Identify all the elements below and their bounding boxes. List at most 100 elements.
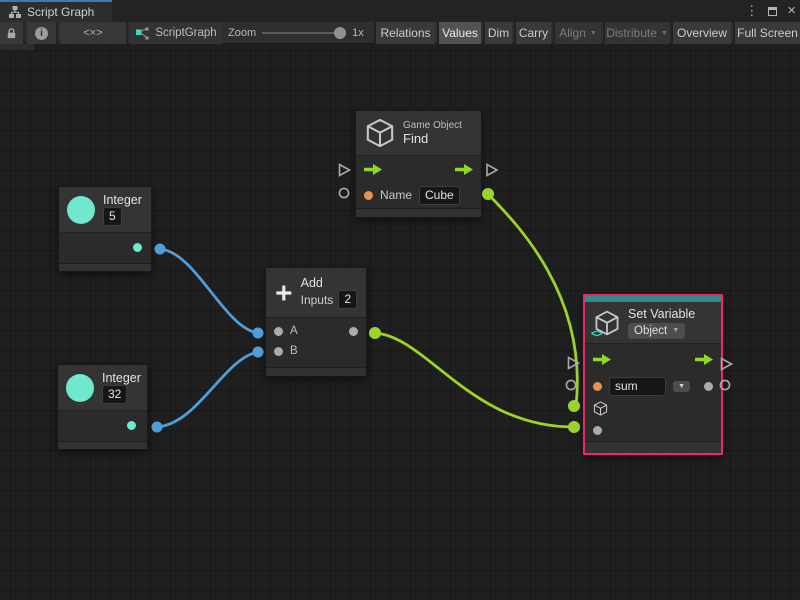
name-input-row: Name Cube: [356, 182, 481, 208]
variable-name-field[interactable]: sum: [609, 377, 666, 396]
wire-integer-b-to-add-b[interactable]: [157, 352, 258, 427]
flow-output-port[interactable]: [695, 354, 713, 365]
connection-point[interactable]: [253, 347, 264, 358]
sum-output-port[interactable]: [349, 327, 358, 336]
menu-icon[interactable]: ⋮: [745, 0, 758, 22]
variable-name-port[interactable]: [593, 382, 602, 391]
toolbar-button-distribute[interactable]: Distribute ▼: [603, 22, 669, 44]
node-footer: [58, 441, 147, 449]
connection-point[interactable]: [568, 400, 580, 412]
node-set-variable[interactable]: <> Set Variable Object ▼: [583, 294, 723, 455]
value-input-marker[interactable]: [566, 380, 575, 389]
inputs-label: Inputs: [301, 293, 334, 307]
set-variable-icon: <>: [594, 310, 620, 336]
value-input-row: [585, 419, 721, 441]
node-footer: [356, 208, 481, 217]
toolbar-button-values[interactable]: Values: [437, 22, 481, 44]
wire-integer-a-to-add-a[interactable]: [160, 249, 258, 333]
variable-name-row: sum ▼: [585, 374, 721, 398]
value-input-port-a[interactable]: [274, 327, 283, 336]
tab-script-graph[interactable]: Script Graph: [0, 0, 112, 22]
zoom-label: Zoom: [228, 27, 256, 39]
input-b-row: B: [266, 340, 366, 362]
node-title: Find: [403, 131, 462, 146]
flow-output-marker[interactable]: [722, 359, 732, 370]
value-output-port[interactable]: [704, 382, 713, 391]
name-input-field[interactable]: Cube: [419, 186, 460, 205]
connection-point[interactable]: [152, 422, 163, 433]
connection-point[interactable]: [253, 328, 264, 339]
graph-toolbar: i <×> ScriptGraph Zoom 1x Relations V: [0, 22, 800, 44]
graph-tab-icon: [8, 5, 22, 19]
flow-input-port[interactable]: [364, 164, 382, 175]
add-icon: [275, 279, 293, 307]
integer-value-field[interactable]: 32: [102, 385, 127, 404]
value-output-port[interactable]: [127, 421, 136, 430]
target-object-port[interactable]: [593, 401, 608, 416]
port-label: A: [290, 325, 298, 337]
script-graph-icon: [135, 27, 149, 40]
flow-input-marker[interactable]: [340, 165, 350, 176]
wire-add-to-setvariable-value[interactable]: [375, 333, 574, 427]
lock-icon: [5, 27, 18, 40]
graph-canvas[interactable]: Integer 5 Integer 32: [0, 44, 800, 600]
variable-kind-dropdown[interactable]: Object ▼: [628, 323, 685, 339]
variable-picker-button[interactable]: ▼: [673, 381, 690, 392]
value-input-port-b[interactable]: [274, 347, 283, 356]
graph-breadcrumb[interactable]: ScriptGraph: [130, 22, 222, 44]
toolbar-button-carry[interactable]: Carry: [514, 22, 551, 44]
variable-brackets-icon: <>: [591, 328, 602, 340]
integer-type-icon: [66, 374, 94, 402]
titlebar: Script Graph ⋮ ×: [0, 0, 800, 22]
flow-row: [356, 156, 481, 182]
connection-point[interactable]: [369, 327, 381, 339]
maximize-icon[interactable]: [768, 7, 777, 16]
game-object-icon: [365, 118, 395, 148]
graph-name: ScriptGraph: [155, 27, 216, 39]
value-input-port[interactable]: [593, 426, 602, 435]
node-find[interactable]: Game Object Find Name Cube: [355, 110, 482, 218]
inputs-count-field[interactable]: 2: [338, 290, 357, 309]
code-view-icon: <×>: [83, 27, 102, 39]
node-body: [59, 233, 151, 263]
node-footer: [266, 367, 366, 376]
node-add[interactable]: Add Inputs 2 A B: [265, 267, 367, 377]
node-title: Add: [301, 276, 357, 290]
inspector-button[interactable]: i: [27, 22, 58, 44]
zoom-slider[interactable]: [262, 22, 346, 44]
node-integer-b[interactable]: Integer 32: [57, 364, 148, 450]
zoom-slider-handle[interactable]: [334, 27, 346, 39]
connection-point[interactable]: [482, 188, 494, 200]
toolbar-ledge: [0, 44, 34, 50]
flow-output-port[interactable]: [455, 164, 473, 175]
toolbar-button-dim[interactable]: Dim: [483, 22, 512, 44]
connection-point[interactable]: [155, 244, 166, 255]
integer-value-field[interactable]: 5: [103, 207, 122, 226]
dropdown-arrow-icon: ▼: [590, 30, 597, 37]
flow-input-port[interactable]: [593, 354, 611, 365]
lock-button[interactable]: [0, 22, 25, 44]
wire-find-to-setvariable-target[interactable]: [488, 194, 577, 406]
close-icon[interactable]: ×: [787, 0, 796, 22]
tab-title: Script Graph: [27, 5, 94, 19]
flow-row: [585, 344, 721, 374]
port-label: B: [290, 345, 298, 357]
connection-point[interactable]: [568, 421, 580, 433]
toolbar-button-align[interactable]: Align ▼: [553, 22, 601, 44]
dropdown-arrow-icon: ▼: [672, 327, 679, 334]
node-integer-a[interactable]: Integer 5: [58, 186, 152, 272]
toolbar-button-fullscreen[interactable]: Full Screen: [733, 22, 800, 44]
code-view-button[interactable]: <×>: [60, 22, 128, 44]
input-a-row: A: [266, 318, 366, 340]
string-input-port[interactable]: [364, 191, 373, 200]
toolbar-button-relations[interactable]: Relations: [374, 22, 435, 44]
value-input-marker[interactable]: [339, 188, 348, 197]
zoom-value: 1x: [352, 27, 364, 39]
node-title: Set Variable: [628, 307, 695, 321]
node-title: Integer: [102, 371, 141, 385]
toolbar-button-overview[interactable]: Overview: [671, 22, 731, 44]
value-output-port[interactable]: [133, 243, 142, 252]
node-footer: [585, 441, 721, 453]
node-title: Integer: [103, 193, 142, 207]
flow-output-marker[interactable]: [487, 165, 497, 176]
